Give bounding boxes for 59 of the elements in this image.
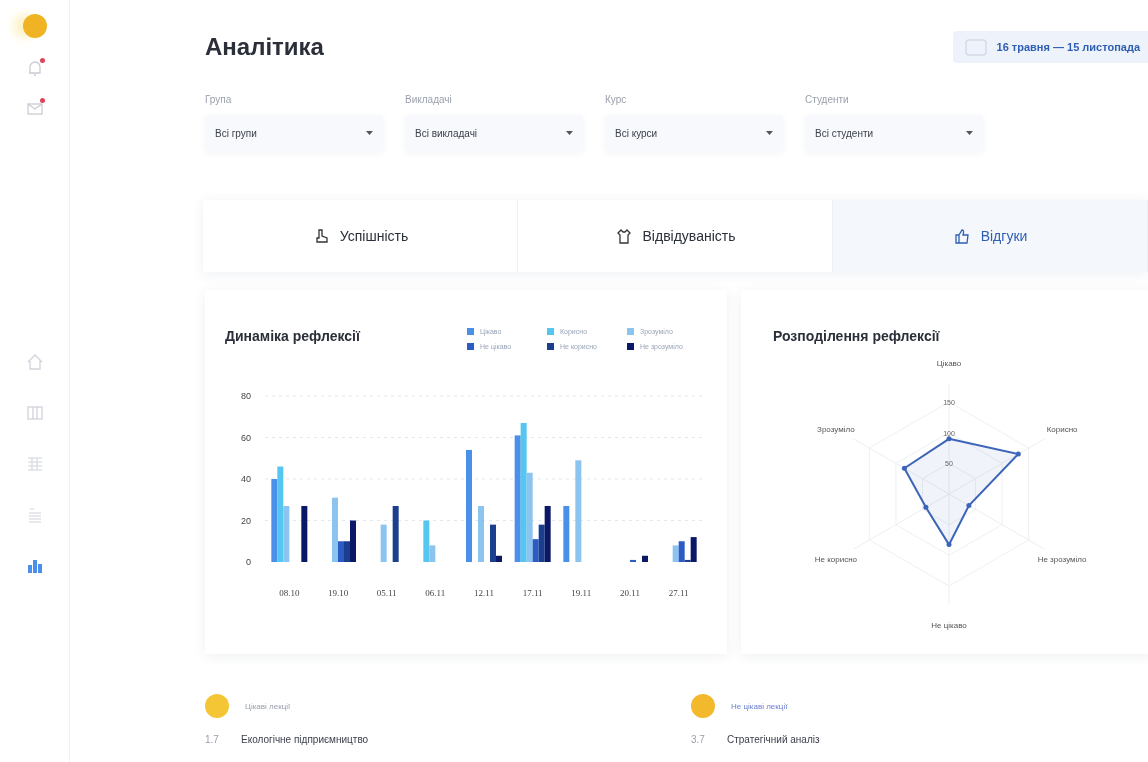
axis-label: Не корисно [814, 555, 857, 565]
filter-label: Викладачі [405, 94, 453, 105]
page-title: Аналітика [205, 33, 324, 61]
axis-tick-label: 12.11 [474, 588, 494, 598]
axis-label: Корисно [1046, 424, 1078, 434]
axis-tick-label: 19.11 [571, 588, 592, 598]
caret-icon [366, 131, 373, 135]
axis-tick-label: 60 [241, 432, 251, 443]
axis-label: Не зрозуміло [1037, 555, 1087, 565]
thumbs-up-icon [952, 227, 971, 245]
emoji-icon [691, 694, 715, 718]
bar [630, 559, 636, 562]
table-icon[interactable] [24, 403, 45, 423]
axis-tick-label: 08.10 [279, 588, 300, 598]
date-range-button[interactable]: 16 травня — 15 листопада [952, 31, 1148, 63]
axis-label: Цікаво [936, 359, 962, 369]
axis-tick-label: 05.11 [376, 588, 397, 598]
section-heading: Не цікаві лекції [731, 701, 788, 711]
axis-tick-label: 20.11 [620, 588, 640, 598]
caret-icon [766, 131, 773, 135]
lecture-score: 1.7 [205, 734, 217, 745]
emoji-icon [205, 694, 229, 718]
chart-title: Динаміка рефлексії [225, 328, 360, 344]
lecture-name: Стратегічний аналіз [727, 734, 820, 745]
bar [642, 555, 648, 562]
axis-tick-label: 19.10 [327, 588, 349, 598]
axis-tick-label: 17.11 [522, 588, 543, 598]
tab[interactable]: Відвідуваність [518, 200, 833, 272]
filter-dropdown[interactable]: Всі викладачі [405, 115, 583, 151]
bar [563, 506, 570, 562]
mail-icon[interactable] [24, 98, 45, 118]
axis-label: Зрозуміло [817, 424, 855, 434]
filter-dropdown[interactable]: Всі групи [205, 115, 383, 151]
tab[interactable]: Відгуки [833, 200, 1148, 272]
caret-icon [966, 131, 973, 135]
lecture-name: Екологічне підприємництво [241, 734, 369, 745]
filter-label: Курс [605, 94, 628, 105]
tab[interactable]: Успішність [203, 200, 518, 272]
axis-tick-label: 27.11 [668, 588, 689, 598]
user-avatar[interactable] [22, 14, 47, 38]
section-heading: Цікаві лекції [245, 701, 291, 711]
axis-tick-label: 20 [241, 515, 251, 526]
filter-dropdown[interactable]: Всі курси [605, 115, 783, 151]
axis-tick-label: 80 [241, 391, 251, 401]
calendar-icon [964, 38, 987, 56]
chart-title: Розподілення рефлексії [773, 328, 941, 344]
lecture-score: 3.7 [691, 734, 703, 745]
filter-dropdown[interactable]: Всі студенти [805, 115, 983, 151]
axis-tick-label: 0 [246, 557, 251, 567]
axis-tick-label: 40 [241, 474, 251, 484]
bar [392, 506, 399, 562]
bar [478, 506, 484, 562]
caret-icon [566, 131, 573, 135]
bar [380, 524, 387, 562]
filter-label: Група [205, 94, 233, 105]
bar [301, 506, 308, 562]
axis-tick-label: 06.11 [425, 588, 446, 598]
filter-label: Студенти [805, 94, 850, 105]
axis-label: Не цікаво [931, 620, 967, 630]
